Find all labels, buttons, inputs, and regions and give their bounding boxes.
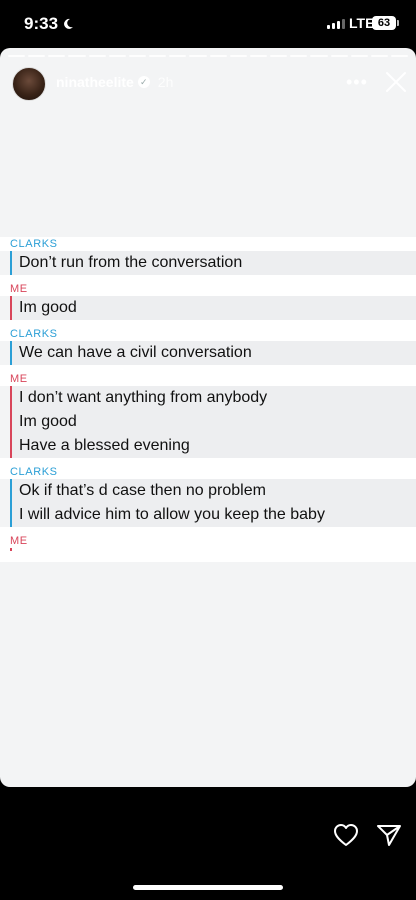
status-bar: 9:33 LTE 63 bbox=[0, 0, 416, 48]
message-line: Don’t run from the conversation bbox=[19, 254, 243, 271]
message-block: Don’t run from the conversation bbox=[10, 251, 416, 275]
story-progress-bar bbox=[8, 55, 409, 57]
sender-label: CLARKS bbox=[0, 237, 416, 251]
heart-icon[interactable] bbox=[333, 823, 359, 847]
message-line: Ok if that’s d case then no problem bbox=[19, 482, 266, 499]
chat-transcript: CLARKS Don’t run from the conversation M… bbox=[0, 237, 416, 562]
signal-icon bbox=[327, 19, 345, 29]
message-line: I don’t want anything from anybody bbox=[19, 389, 268, 406]
message-block: Ok if that’s d case then no problem I wi… bbox=[10, 479, 416, 527]
avatar[interactable] bbox=[12, 67, 46, 101]
message-block: We can have a civil conversation bbox=[10, 341, 416, 365]
send-icon[interactable] bbox=[376, 823, 402, 847]
story-age: 2h bbox=[157, 74, 174, 90]
time-text: 9:33 bbox=[24, 14, 59, 33]
message-line: We can have a civil conversation bbox=[19, 344, 252, 361]
message-line: Im good bbox=[19, 413, 77, 430]
sender-label: ME bbox=[0, 534, 416, 548]
message-line: Have a blessed evening bbox=[19, 437, 190, 454]
message-line: I will advice him to allow you keep the … bbox=[19, 506, 325, 523]
username[interactable]: ninatheelite bbox=[56, 74, 134, 90]
sender-label: ME bbox=[0, 372, 416, 386]
message-block: I don’t want anything from anybody Im go… bbox=[10, 386, 416, 458]
sender-label: ME bbox=[0, 282, 416, 296]
status-time: 9:33 bbox=[24, 14, 74, 34]
close-icon[interactable] bbox=[384, 70, 408, 94]
moon-icon bbox=[64, 18, 74, 29]
message-block bbox=[0, 548, 416, 562]
story-header: ninatheelite ✓ 2h bbox=[56, 74, 173, 90]
verified-badge-icon: ✓ bbox=[137, 76, 150, 88]
sender-label: CLARKS bbox=[0, 465, 416, 479]
message-line: Im good bbox=[19, 299, 77, 316]
message-block: Im good bbox=[10, 296, 416, 320]
network-label: LTE bbox=[349, 15, 375, 31]
battery-icon: 63 bbox=[372, 16, 399, 30]
ellipsis-icon[interactable]: ••• bbox=[346, 72, 368, 93]
home-indicator[interactable] bbox=[133, 885, 283, 890]
sender-label: CLARKS bbox=[0, 327, 416, 341]
